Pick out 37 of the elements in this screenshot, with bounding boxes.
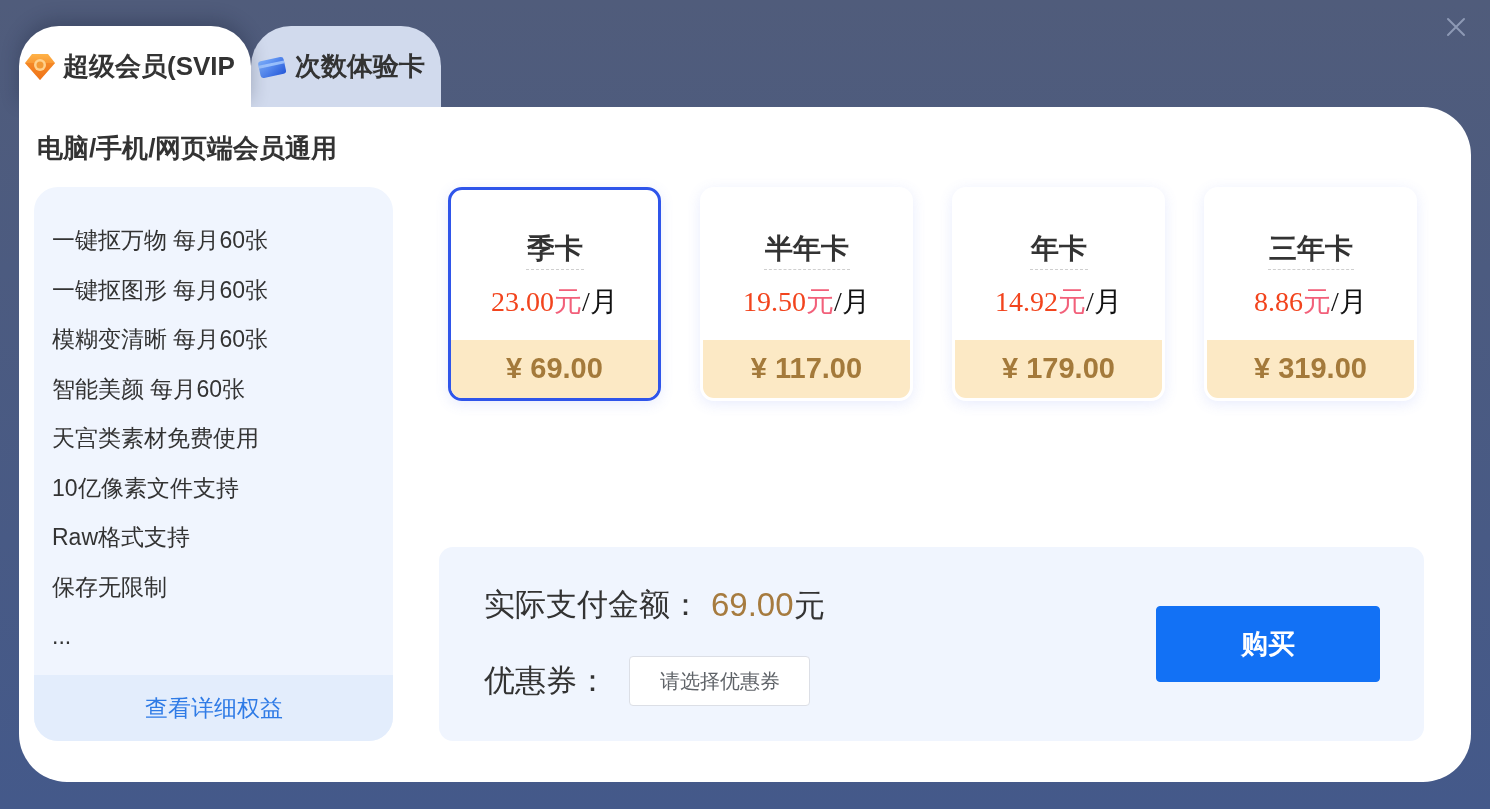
plan-card[interactable]: 季卡 23.00元/月 ¥ 69.00 <box>448 187 661 401</box>
coupon-select-button[interactable]: 请选择优惠券 <box>629 655 810 706</box>
benefit-text: 模糊变清晰 每月60张 <box>52 325 268 354</box>
plan-card[interactable]: 三年卡 8.86元/月 ¥ 319.00 <box>1204 187 1417 401</box>
gem-icon <box>24 52 56 81</box>
total-price: ¥ 319.00 <box>1207 340 1414 398</box>
close-button[interactable] <box>1446 17 1466 37</box>
plan-name: 半年卡 <box>763 232 850 270</box>
monthly-price: 14.92元/月 <box>995 285 1122 319</box>
tab[interactable]: 超级会员(SVIP <box>19 26 251 107</box>
monthly-price: 23.00元/月 <box>491 285 618 319</box>
plan-name: 三年卡 <box>1267 232 1354 270</box>
tab[interactable]: 次数体验卡 <box>250 26 441 107</box>
monthly-price: 19.50元/月 <box>743 285 870 319</box>
benefit-text: 10亿像素文件支持 <box>52 473 239 503</box>
coupon-label: 优惠券： <box>484 661 608 700</box>
benefit-text: Raw格式支持 <box>52 523 190 552</box>
benefit-text: 一键抠万物 每月60张 <box>52 226 268 255</box>
close-icon <box>1446 17 1466 37</box>
monthly-price: 8.86元/月 <box>1254 285 1367 319</box>
total-price: ¥ 179.00 <box>955 340 1162 398</box>
benefit-text: 一键抠图形 每月60张 <box>52 275 268 305</box>
benefit-text: 天宫类素材免费使用 <box>52 424 259 453</box>
plan-card[interactable]: 年卡 14.92元/月 ¥ 179.00 <box>952 187 1165 401</box>
card-icon <box>255 54 288 79</box>
plan-name: 年卡 <box>1029 232 1088 270</box>
plan-card[interactable]: 半年卡 19.50元/月 ¥ 117.00 <box>700 187 913 401</box>
total-price: ¥ 117.00 <box>703 340 910 398</box>
plan-name: 季卡 <box>525 232 584 270</box>
amount-label: 实际支付金额： <box>484 586 701 624</box>
benefit-text: ... <box>52 622 72 651</box>
benefit-text: 智能美颜 每月60张 <box>52 374 245 404</box>
section-heading: 电脑/手机/网页端会员通用 <box>37 133 338 164</box>
buy-button[interactable]: 购买 <box>1156 606 1380 682</box>
total-price: ¥ 69.00 <box>451 340 658 398</box>
benefit-text: 保存无限制 <box>52 572 167 602</box>
amount-value: 69.00元 <box>711 584 825 625</box>
